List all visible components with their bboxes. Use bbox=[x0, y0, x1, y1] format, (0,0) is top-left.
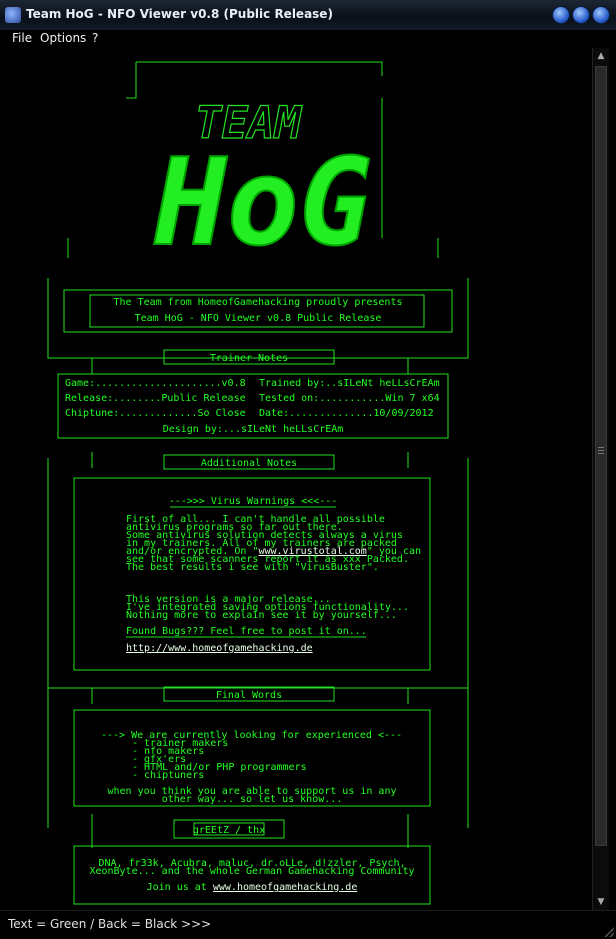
join-line: Join us at www.homeofgamehacking.de bbox=[147, 882, 358, 893]
app-icon[interactable] bbox=[5, 7, 21, 23]
bugs-line: Found Bugs??? Feel free to post it on... bbox=[126, 626, 367, 637]
trainer-release: Release:........Public Release bbox=[65, 393, 246, 404]
header-line1: The Team from HomeofGamehacking proudly … bbox=[114, 297, 403, 308]
scroll-up-icon[interactable]: ▲ bbox=[593, 48, 609, 64]
window-title: Team HoG - NFO Viewer v0.8 (Public Relea… bbox=[26, 7, 333, 21]
trainer-design: Design by:...sILeNt heLLsCrEAm bbox=[163, 424, 344, 435]
nfo-content: TEAM HoG The Team from HomeofGamehacking… bbox=[47, 61, 469, 905]
scroll-down-icon[interactable]: ▼ bbox=[593, 894, 609, 910]
header-line2: Team HoG - NFO Viewer v0.8 Public Releas… bbox=[135, 313, 382, 324]
additional-notes-title: Additional Notes bbox=[201, 458, 297, 469]
scroll-thumb[interactable] bbox=[595, 66, 607, 846]
menu-options[interactable]: Options bbox=[40, 31, 86, 45]
trainer-chiptune: Chiptune:.............So Close bbox=[65, 408, 246, 419]
trainer-game: Game:.....................v0.8 bbox=[65, 378, 246, 389]
logo-hog-text: HoG bbox=[154, 134, 372, 273]
support-line-2: other way... so let us know... bbox=[162, 794, 343, 805]
greetz-title: grEEtZ / thx bbox=[193, 825, 265, 836]
resize-grip-icon[interactable] bbox=[604, 927, 614, 937]
status-text[interactable]: Text = Green / Back = Black >>> bbox=[8, 917, 211, 931]
trainer-tested-on: Tested on:...........Win 7 x64 bbox=[259, 393, 440, 404]
menu-file[interactable]: File bbox=[12, 31, 32, 45]
nfo-viewer-area[interactable]: TEAM HoG The Team from HomeofGamehacking… bbox=[8, 48, 591, 910]
release-line-3: Nothing more to explain see it by yourse… bbox=[126, 610, 397, 621]
trainer-notes-title: Trainer Notes bbox=[210, 353, 288, 364]
final-words-title: Final Words bbox=[216, 690, 282, 701]
trainer-trained-by: Trained by:..sILeNt heLLsCrEAm bbox=[259, 378, 440, 389]
menu-bar: File Options ? bbox=[0, 30, 616, 48]
minimize-button[interactable] bbox=[553, 7, 569, 23]
menu-help[interactable]: ? bbox=[92, 31, 98, 45]
join-link[interactable]: www.homeofgamehacking.de bbox=[213, 882, 358, 893]
homeofgamehacking-link[interactable]: http://www.homeofgamehacking.de bbox=[126, 643, 313, 654]
vertical-scrollbar[interactable]: ▲ ▼ bbox=[592, 48, 609, 910]
greetz-line-2: XeonByte... and the whole German Gamehac… bbox=[89, 866, 414, 877]
final-words-line-6: - chiptuners bbox=[132, 770, 204, 781]
status-bar: Text = Green / Back = Black >>> bbox=[0, 910, 616, 939]
virus-line-7: The best results i see with "VirusBuster… bbox=[126, 562, 379, 573]
scroll-grip-icon bbox=[598, 447, 604, 455]
virus-warnings-header: --->>> Virus Warnings <<<--- bbox=[169, 496, 338, 507]
title-bar[interactable]: Team HoG - NFO Viewer v0.8 (Public Relea… bbox=[0, 0, 616, 30]
maximize-button[interactable] bbox=[573, 7, 589, 23]
close-button[interactable] bbox=[593, 7, 609, 23]
trainer-date: Date:..............10/09/2012 bbox=[259, 408, 434, 419]
